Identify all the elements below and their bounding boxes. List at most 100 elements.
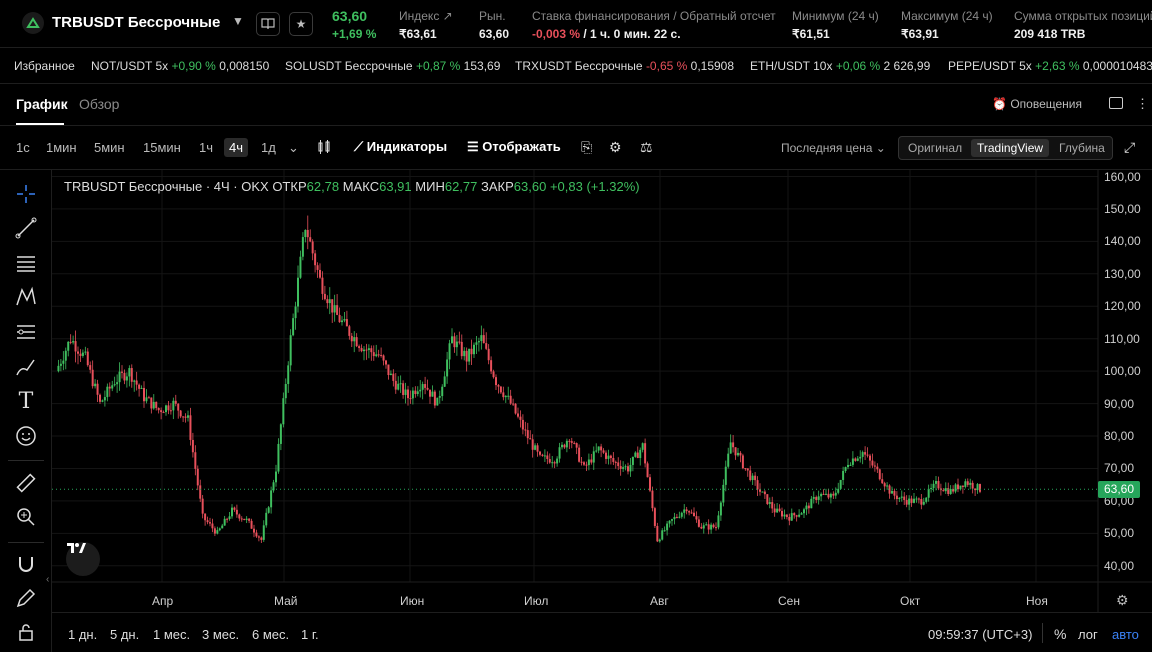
trend-line-icon[interactable] [14, 216, 38, 240]
horizontal-lines-icon[interactable] [14, 251, 38, 275]
candle-body [446, 359, 449, 377]
book-icon[interactable] [256, 12, 280, 36]
star-icon[interactable]: ★ [289, 12, 313, 36]
timeframe-1m[interactable]: 1мин [46, 140, 77, 155]
more-options-icon[interactable]: ⋮ [1136, 96, 1149, 112]
pattern-icon[interactable] [14, 285, 38, 309]
funding-rate: -0,003 % [532, 27, 581, 41]
alerts-button[interactable]: ⏰ Оповещения [992, 97, 1082, 111]
candle-body [930, 488, 933, 490]
candle-body [957, 484, 959, 490]
candle-body [697, 519, 700, 527]
brush-icon[interactable] [14, 355, 38, 379]
favorite-item[interactable]: ETH/USDT 10x +0,06 % 2 626,99 [750, 59, 930, 73]
timeframe-4h[interactable]: 4ч [224, 138, 249, 157]
window-layout-icon[interactable] [1109, 97, 1123, 109]
candle-body [871, 460, 874, 466]
ruler-icon[interactable] [14, 471, 38, 495]
candle-body [429, 389, 431, 397]
log-toggle[interactable]: лог [1078, 627, 1098, 642]
emoji-icon[interactable] [14, 424, 38, 448]
percent-toggle[interactable]: % [1054, 626, 1066, 642]
x-tick-label: Июн [400, 594, 425, 608]
fib-icon[interactable] [14, 320, 38, 344]
x-tick-label: Ноя [1026, 594, 1048, 608]
price-chart[interactable]: TRBUSDT Бессрочные · 4Ч · OKX ОТКР62,78 … [52, 170, 1152, 612]
range-6m[interactable]: 6 мес. [252, 627, 289, 642]
range-3m[interactable]: 3 мес. [202, 627, 239, 642]
candle-body [878, 469, 881, 480]
text-tool-icon[interactable]: T [14, 389, 38, 414]
mode-tradingview[interactable]: TradingView [971, 139, 1050, 157]
candle-body [715, 527, 717, 529]
axis-settings-gear-icon[interactable]: ⚙ [1116, 592, 1129, 609]
pencil-lock-icon[interactable] [14, 586, 38, 610]
candle-body [641, 443, 644, 450]
candle-body [138, 384, 141, 389]
timeframe-1h[interactable]: 1ч [199, 140, 213, 155]
candles-icon[interactable] [316, 139, 332, 158]
tradingview-logo-icon[interactable] [66, 542, 100, 576]
candle-body [605, 452, 607, 459]
candle-body [778, 508, 781, 512]
candle-body [661, 530, 664, 540]
timeframe-more-chevron-icon[interactable]: ⌄ [288, 140, 299, 156]
candle-body [91, 369, 94, 387]
indicators-button[interactable]: ⟋ Индикаторы [354, 139, 447, 155]
timeframe-15m[interactable]: 15мин [143, 140, 181, 155]
x-tick-label: Окт [900, 594, 921, 608]
candle-body [292, 318, 295, 336]
candle-body [350, 335, 353, 342]
chart-toolbar: 1с 1мин 5мин 15мин 1ч 4ч 1д ⌄ ⟋ Индикато… [0, 126, 1152, 170]
last-price-badge: 63,60 [1098, 481, 1140, 499]
template-icon[interactable]: ⎘ [581, 139, 592, 156]
index-stat: Индекс ↗ ₹63,61 [399, 9, 453, 41]
lock-icon[interactable] [14, 620, 38, 644]
candle-body [304, 229, 307, 238]
candle-body [529, 438, 532, 440]
range-1y[interactable]: 1 г. [301, 627, 319, 642]
collapse-arrow-icon[interactable]: ‹ [46, 574, 49, 585]
mode-original[interactable]: Оригинал [908, 141, 962, 155]
tab-chart[interactable]: График [16, 96, 68, 112]
candle-body [367, 348, 370, 351]
candle-body [639, 449, 642, 459]
candle-body [886, 485, 889, 487]
timezone-clock[interactable]: 09:59:37 (UTC+3) [928, 627, 1032, 642]
price-type-select[interactable]: Последняя цена ⌄ [781, 141, 886, 155]
gear-icon[interactable]: ⚙ [609, 139, 622, 156]
favorite-item[interactable]: NOT/USDT 5x +0,90 % 0,008150 [91, 59, 269, 73]
timeframe-1s[interactable]: 1с [16, 140, 30, 155]
candle-body [458, 341, 461, 343]
range-1m[interactable]: 1 мес. [153, 627, 190, 642]
candle-body [289, 335, 292, 366]
candle-body [627, 466, 629, 472]
expand-icon[interactable]: ⤢ [1124, 139, 1135, 156]
high-value: ₹63,91 [901, 27, 939, 41]
zoom-in-icon[interactable] [14, 505, 38, 529]
timeframe-1d[interactable]: 1д [261, 140, 276, 155]
crosshair-icon[interactable] [14, 182, 38, 206]
favorite-item[interactable]: SOLUSDT Бессрочные +0,87 % 153,69 [285, 59, 500, 73]
timeframe-5m[interactable]: 5мин [94, 140, 125, 155]
candle-body [927, 488, 930, 498]
favorite-item[interactable]: TRXUSDT Бессрочные -0,65 % 0,15908 [515, 59, 734, 73]
candle-body [177, 403, 180, 411]
candle-body [729, 442, 732, 454]
candle-body [959, 485, 962, 490]
magnet-icon[interactable] [14, 552, 38, 576]
candle-body [409, 398, 412, 400]
list-icon: ☰ [467, 139, 479, 154]
display-button[interactable]: ☰ Отображать [467, 139, 561, 155]
range-1d[interactable]: 1 дн. [68, 627, 97, 642]
range-5d[interactable]: 5 дн. [110, 627, 139, 642]
balance-scale-icon[interactable]: ⚖ [640, 139, 653, 156]
chart-canvas[interactable] [52, 170, 1152, 612]
favorite-item[interactable]: PEPE/USDT 5x +2,63 % 0,000010483 [948, 59, 1152, 73]
tab-overview[interactable]: Обзор [79, 96, 119, 112]
auto-toggle[interactable]: авто [1112, 627, 1139, 642]
symbol-name[interactable]: TRBUSDT Бессрочные [52, 14, 220, 31]
external-link-icon[interactable]: ↗ [443, 9, 453, 23]
chevron-down-icon[interactable]: ▼ [232, 14, 244, 28]
mode-depth[interactable]: Глубина [1059, 141, 1105, 155]
